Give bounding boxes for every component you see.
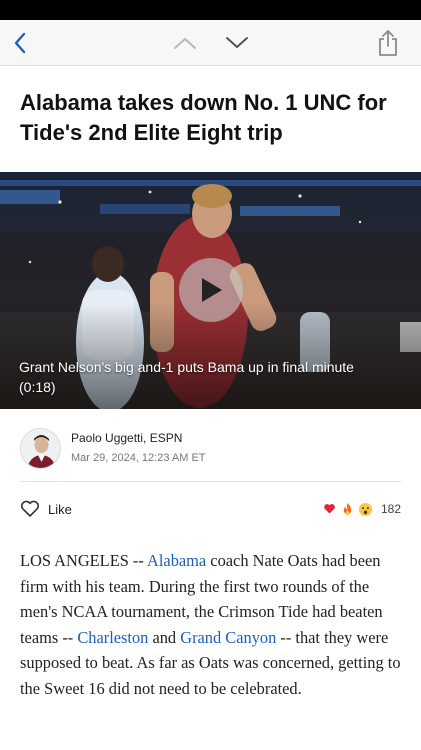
heart-outline-icon [20, 500, 40, 517]
next-article-button[interactable] [222, 30, 252, 56]
chevron-left-icon [14, 32, 26, 54]
previous-article-button[interactable] [170, 30, 200, 56]
share-button[interactable] [374, 26, 402, 60]
video-caption: Grant Nelson's big and-1 puts Bama up in… [19, 357, 379, 397]
play-icon [202, 278, 222, 302]
status-bar [0, 0, 421, 20]
back-button[interactable] [6, 28, 34, 58]
article-paragraph: LOS ANGELES -- Alabama coach Nate Oats h… [20, 548, 405, 701]
video-caption-text: Grant Nelson's big and-1 puts Bama up in… [19, 359, 354, 375]
chevron-down-icon [226, 37, 248, 48]
reaction-count: 182 [380, 502, 401, 516]
author-photo [21, 429, 60, 468]
nav-bar [0, 20, 421, 66]
video-duration: (0:18) [19, 379, 56, 395]
like-button[interactable]: Like [20, 498, 72, 520]
link-alabama[interactable]: Alabama [147, 551, 206, 570]
shocked-face-icon [358, 501, 374, 517]
chevron-up-icon [174, 38, 196, 49]
play-button[interactable] [179, 258, 243, 322]
divider [20, 481, 401, 482]
like-label: Like [48, 501, 72, 517]
publish-date: Mar 29, 2024, 12:23 AM ET [71, 452, 206, 464]
fire-icon [340, 501, 356, 517]
article-headline: Alabama takes down No. 1 UNC for Tide's … [20, 90, 387, 145]
share-icon [379, 30, 397, 56]
link-grand-canyon[interactable]: Grand Canyon [180, 628, 276, 647]
heart-icon [322, 501, 338, 517]
author-name[interactable]: Paolo Uggetti, ESPN [71, 431, 182, 445]
body-text: and [148, 627, 181, 647]
link-charleston[interactable]: Charleston [77, 628, 148, 647]
author-avatar[interactable] [20, 428, 61, 469]
body-text: LOS ANGELES -- [20, 551, 148, 570]
reactions-summary[interactable]: 182 [320, 499, 401, 519]
